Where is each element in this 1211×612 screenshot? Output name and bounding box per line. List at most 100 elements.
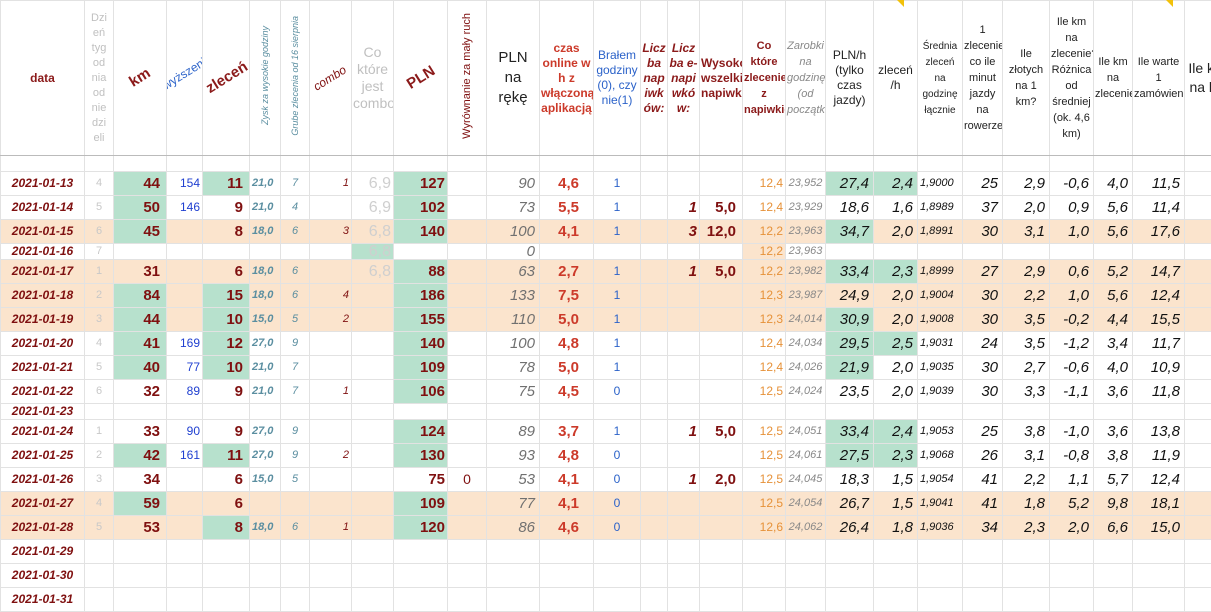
wysokosc-cell[interactable] — [700, 588, 743, 612]
zlotych-km-cell[interactable]: 3,1 — [1003, 444, 1050, 468]
zlecen-h-cell[interactable]: 1,6 — [874, 196, 918, 220]
co-ktore-napiwek-cell[interactable] — [743, 540, 786, 564]
pln-h-cell[interactable] — [826, 244, 874, 260]
srednia-cell[interactable]: 1,9008 — [918, 308, 963, 332]
minut-cell[interactable]: 30 — [963, 356, 1003, 380]
grube-cell[interactable]: 4 — [281, 196, 310, 220]
header-czas-online[interactable]: czas online w h z włączoną aplikacją — [540, 1, 594, 156]
km-h-cell[interactable]: 7 — [1185, 380, 1211, 404]
warte-cell[interactable]: 11,4 — [1133, 196, 1185, 220]
roznica-cell[interactable] — [1050, 404, 1094, 420]
warte-cell[interactable]: 15,0 — [1133, 516, 1185, 540]
co-ktore-napiwek-cell[interactable]: 12,5 — [743, 492, 786, 516]
grube-cell[interactable]: 7 — [281, 172, 310, 196]
liczba-e-napiwkow-cell[interactable] — [668, 284, 700, 308]
combo-cell[interactable]: 4 — [310, 284, 352, 308]
liczba-e-napiwkow-cell[interactable] — [668, 404, 700, 420]
zlecen-h-cell[interactable]: 2,3 — [874, 444, 918, 468]
header-zlotych-km[interactable]: Ile złotych na 1 km? — [1003, 1, 1050, 156]
co-ktore-napiwek-cell[interactable]: 12,5 — [743, 420, 786, 444]
zarobki-cell[interactable]: 23,963 — [786, 244, 826, 260]
header-pln-na-reke[interactable]: PLN na rękę — [487, 1, 540, 156]
zlecen-cell[interactable]: 10 — [203, 308, 250, 332]
zlecen-cell[interactable] — [203, 404, 250, 420]
zlotych-km-cell[interactable] — [1003, 540, 1050, 564]
co-ktore-napiwek-cell[interactable]: 12,4 — [743, 196, 786, 220]
km-h-cell[interactable]: 9 — [1185, 332, 1211, 356]
co-ktore-combo-cell[interactable]: 6,8 — [352, 244, 394, 260]
day-cell[interactable] — [85, 588, 114, 612]
pln-na-reke-cell[interactable]: 90 — [487, 172, 540, 196]
zlotych-km-cell[interactable]: 2,9 — [1003, 260, 1050, 284]
combo-cell[interactable] — [310, 540, 352, 564]
day-cell[interactable] — [85, 564, 114, 588]
warte-cell[interactable]: 15,5 — [1133, 308, 1185, 332]
roznica-cell[interactable]: 0,6 — [1050, 260, 1094, 284]
bralem-cell[interactable]: 0 — [594, 492, 641, 516]
zarobki-cell[interactable]: 24,051 — [786, 420, 826, 444]
header-km-h[interactable]: Ile km na h? — [1185, 1, 1211, 156]
srednia-cell[interactable] — [918, 588, 963, 612]
minut-cell[interactable] — [963, 564, 1003, 588]
co-ktore-napiwek-cell[interactable]: 12,2 — [743, 220, 786, 244]
grube-cell[interactable] — [281, 404, 310, 420]
km-cell[interactable]: 40 — [114, 356, 167, 380]
combo-cell[interactable] — [310, 196, 352, 220]
zlecen-h-cell[interactable]: 2,0 — [874, 220, 918, 244]
combo-cell[interactable]: 1 — [310, 516, 352, 540]
minut-cell[interactable]: 30 — [963, 380, 1003, 404]
header-liczba-e-napiwkow[interactable]: Liczba e-napiwków: — [668, 1, 700, 156]
przewyzszenia-cell[interactable] — [167, 540, 203, 564]
pln-na-reke-cell[interactable]: 100 — [487, 332, 540, 356]
km-cell[interactable]: 53 — [114, 516, 167, 540]
km-zlecenie-cell[interactable] — [1094, 588, 1133, 612]
pln-cell[interactable]: 120 — [394, 516, 448, 540]
km-cell[interactable]: 41 — [114, 332, 167, 356]
przewyzszenia-cell[interactable] — [167, 308, 203, 332]
wyrownanie-cell[interactable] — [448, 564, 487, 588]
wysokosc-cell[interactable] — [700, 564, 743, 588]
grube-cell[interactable]: 6 — [281, 516, 310, 540]
srednia-cell[interactable]: 1,9031 — [918, 332, 963, 356]
liczba-e-napiwkow-cell[interactable] — [668, 308, 700, 332]
zarobki-cell[interactable]: 24,062 — [786, 516, 826, 540]
km-h-cell[interactable] — [1185, 404, 1211, 420]
co-ktore-napiwek-cell[interactable]: 12,4 — [743, 332, 786, 356]
km-h-cell[interactable]: 9 — [1185, 420, 1211, 444]
km-zlecenie-cell[interactable] — [1094, 564, 1133, 588]
czas-online-cell[interactable]: 4,1 — [540, 468, 594, 492]
pln-cell[interactable] — [394, 564, 448, 588]
km-zlecenie-cell[interactable]: 6,6 — [1094, 516, 1133, 540]
wyrownanie-cell[interactable] — [448, 444, 487, 468]
liczba-e-napiwkow-cell[interactable]: 3 — [668, 220, 700, 244]
minut-cell[interactable]: 30 — [963, 284, 1003, 308]
date-cell[interactable]: 2021-01-23 — [1, 404, 85, 420]
pln-cell[interactable]: 109 — [394, 356, 448, 380]
zlecen-h-cell[interactable]: 1,8 — [874, 516, 918, 540]
zlotych-km-cell[interactable]: 3,8 — [1003, 420, 1050, 444]
srednia-cell[interactable]: 1,9004 — [918, 284, 963, 308]
day-cell[interactable]: 7 — [85, 244, 114, 260]
warte-cell[interactable]: 11,5 — [1133, 172, 1185, 196]
combo-cell[interactable] — [310, 564, 352, 588]
zlotych-km-cell[interactable]: 2,2 — [1003, 468, 1050, 492]
wysokosc-cell[interactable] — [700, 172, 743, 196]
zysk-cell[interactable] — [250, 404, 281, 420]
pln-na-reke-cell[interactable]: 0 — [487, 244, 540, 260]
czas-online-cell[interactable]: 4,5 — [540, 380, 594, 404]
srednia-cell[interactable]: 1,9039 — [918, 380, 963, 404]
co-ktore-combo-cell[interactable] — [352, 308, 394, 332]
km-zlecenie-cell[interactable]: 3,8 — [1094, 444, 1133, 468]
pln-na-reke-cell[interactable]: 110 — [487, 308, 540, 332]
co-ktore-combo-cell[interactable]: 6,8 — [352, 260, 394, 284]
km-h-cell[interactable] — [1185, 540, 1211, 564]
pln-cell[interactable]: 140 — [394, 332, 448, 356]
bralem-cell[interactable]: 1 — [594, 332, 641, 356]
warte-cell[interactable] — [1133, 244, 1185, 260]
liczba-e-napiwkow-cell[interactable]: 1 — [668, 196, 700, 220]
date-cell[interactable]: 2021-01-21 — [1, 356, 85, 380]
day-cell[interactable]: 5 — [85, 356, 114, 380]
roznica-cell[interactable]: 2,0 — [1050, 516, 1094, 540]
pln-cell[interactable]: 109 — [394, 492, 448, 516]
wysokosc-cell[interactable] — [700, 244, 743, 260]
